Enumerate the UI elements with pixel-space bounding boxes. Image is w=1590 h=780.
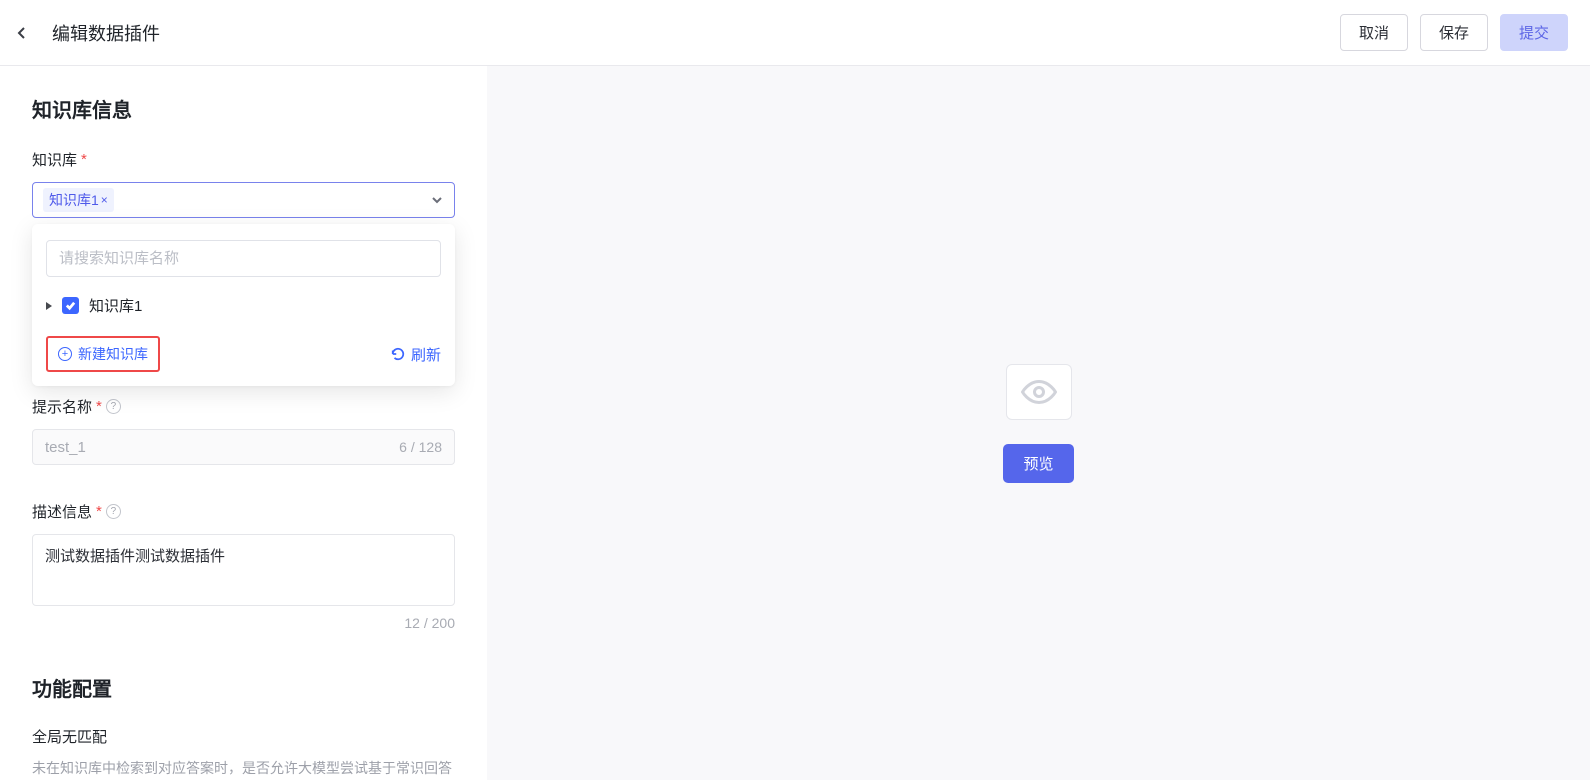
kb-tree-item[interactable]: 知识库1: [46, 283, 441, 328]
kb-search-input[interactable]: [46, 240, 441, 277]
new-kb-button[interactable]: + 新建知识库: [46, 336, 160, 372]
help-icon[interactable]: ?: [106, 504, 121, 519]
kb-checkbox[interactable]: [62, 297, 79, 314]
prompt-name-value: test_1: [45, 439, 86, 456]
refresh-label: 刷新: [411, 344, 441, 365]
kb-selected-tag-label: 知识库1: [49, 190, 99, 210]
back-button[interactable]: [10, 21, 34, 45]
cancel-button[interactable]: 取消: [1340, 14, 1408, 51]
header: 编辑数据插件 取消 保存 提交: [0, 0, 1590, 66]
prompt-name-input[interactable]: test_1 6 / 128: [32, 429, 455, 465]
preview-placeholder: [1006, 364, 1072, 420]
no-match-desc: 未在知识库中检索到对应答案时，是否允许大模型尝试基于常识回答: [32, 757, 455, 779]
kb-dropdown: 知识库1 + 新建知识库 刷新: [32, 224, 455, 386]
refresh-button[interactable]: 刷新: [391, 344, 441, 365]
chevron-down-icon: [430, 193, 444, 207]
help-icon[interactable]: ?: [106, 399, 121, 414]
required-star: *: [96, 398, 102, 415]
prompt-name-label: 提示名称: [32, 396, 92, 417]
kb-select[interactable]: 知识库1 ×: [32, 182, 455, 218]
desc-count: 12 / 200: [32, 615, 455, 631]
no-match-label: 全局无匹配: [32, 726, 455, 747]
desc-label: 描述信息: [32, 501, 92, 522]
new-kb-label: 新建知识库: [78, 344, 148, 364]
required-star: *: [96, 503, 102, 520]
submit-button[interactable]: 提交: [1500, 14, 1568, 51]
preview-panel: 预览: [487, 66, 1590, 780]
plus-circle-icon: +: [58, 347, 72, 361]
kb-tree-label: 知识库1: [89, 295, 142, 316]
eye-icon: [1021, 374, 1057, 410]
form-panel: 知识库信息 知识库 * 知识库1 ×: [0, 66, 487, 780]
preview-button[interactable]: 预览: [1003, 444, 1073, 483]
page-title: 编辑数据插件: [52, 20, 160, 46]
refresh-icon: [391, 347, 405, 361]
required-star: *: [81, 151, 87, 168]
section-func-title: 功能配置: [32, 673, 455, 702]
desc-textarea[interactable]: [32, 534, 455, 606]
caret-right-icon[interactable]: [46, 302, 52, 310]
section-kb-title: 知识库信息: [32, 94, 455, 123]
save-button[interactable]: 保存: [1420, 14, 1488, 51]
tag-remove-icon[interactable]: ×: [101, 193, 108, 207]
chevron-left-icon: [15, 26, 29, 40]
field-kb-label: 知识库: [32, 149, 77, 170]
prompt-name-count: 6 / 128: [399, 439, 442, 455]
kb-selected-tag: 知识库1 ×: [43, 188, 114, 212]
